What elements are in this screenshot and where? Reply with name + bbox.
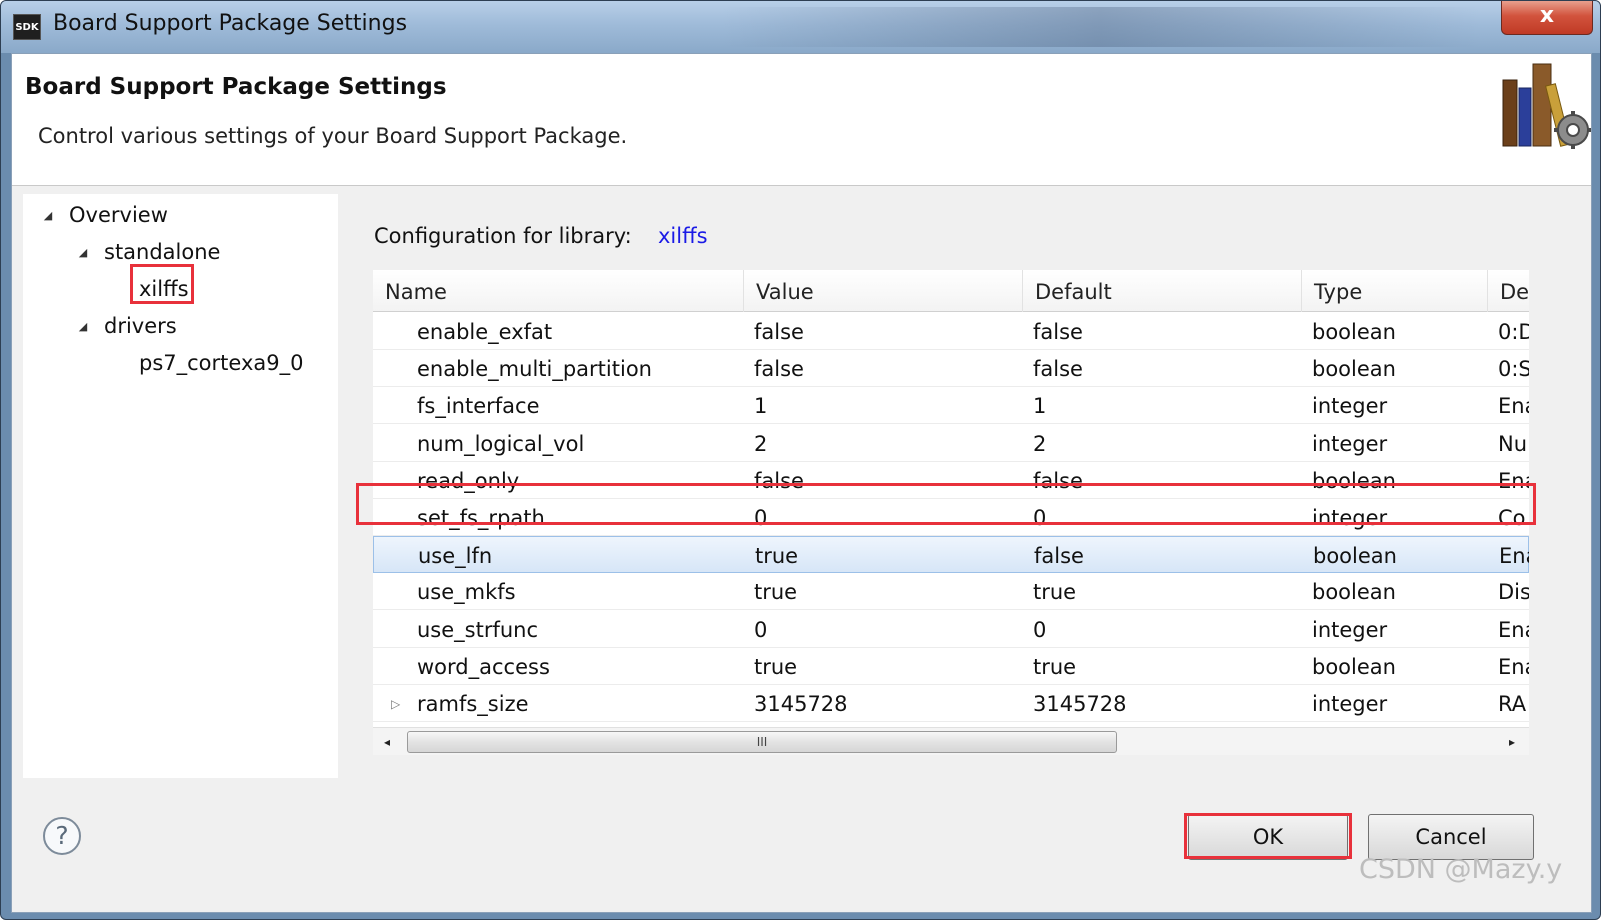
cell-description: Ena [1498, 617, 1529, 642]
table-row[interactable]: use_strfunc 00 integer Ena [373, 611, 1529, 648]
cell-name: ramfs_size [417, 692, 529, 716]
window-title: Board Support Package Settings [53, 11, 408, 36]
ok-highlight-box [1184, 813, 1352, 859]
column-header-name[interactable]: Name [373, 270, 744, 312]
expand-arrow-icon[interactable]: ▷ [391, 685, 400, 722]
cell-name: use_mkfs [417, 580, 516, 605]
sdk-app-icon: SDK [13, 14, 41, 40]
cell-name: enable_multi_partition [417, 357, 652, 382]
header-description: Control various settings of your Board S… [38, 124, 628, 148]
cell-value[interactable]: true [754, 573, 1019, 610]
cell-value[interactable]: 2 [754, 425, 1019, 462]
cell-default: false [1033, 320, 1083, 344]
cell-type: boolean [1312, 320, 1396, 344]
scrollbar-thumb[interactable]: III [407, 731, 1117, 753]
table-row[interactable]: enable_multi_partition false false boolean 0… [373, 350, 1529, 388]
cell-default: 1 [1033, 394, 1047, 419]
dialog-header: Board Support Package Settings Control v… [12, 54, 1591, 186]
books-gear-icon [1502, 63, 1591, 149]
cell-default: 0 [1033, 617, 1047, 642]
title-bar[interactable]: SDK Board Support Package Settings x [1, 1, 1600, 53]
tree-item-label: Overview [69, 203, 168, 227]
cell-type: boolean [1312, 357, 1396, 382]
cell-default: true [1033, 654, 1077, 679]
cell-description: Ena [1499, 544, 1529, 569]
cell-default: false [1034, 544, 1084, 569]
xilffs-highlight-box [130, 264, 194, 304]
scrollbar-grip-icon: III [756, 735, 768, 749]
cell-default: false [1033, 357, 1083, 382]
cell-type: integer [1312, 394, 1388, 419]
cell-description: RA [1498, 692, 1527, 716]
cell-type: boolean [1313, 544, 1397, 569]
cell-default: 3145728 [1033, 692, 1127, 716]
cell-value[interactable]: false [754, 313, 1019, 350]
cell-name: use_strfunc [417, 617, 539, 642]
cell-value[interactable]: true [755, 537, 1020, 574]
table-row[interactable]: fs_interface 11 integer Ena [373, 387, 1529, 425]
cell-name: fs_interface [417, 394, 540, 419]
cell-type: boolean [1312, 580, 1396, 605]
tree-item-label: standalone [104, 240, 221, 264]
help-button[interactable]: ? [43, 817, 81, 855]
settings-tree: ◢ Overview ◢ standalone xilffs ◢ drivers… [23, 194, 338, 778]
help-icon: ? [55, 821, 69, 850]
column-header-value[interactable]: Value [744, 270, 1023, 312]
cell-value[interactable]: false [754, 350, 1019, 387]
cell-value[interactable]: 3145728 [754, 685, 1019, 722]
horizontal-scrollbar[interactable]: ◂ III ▸ [373, 727, 1529, 755]
expanded-arrow-icon[interactable]: ◢ [41, 201, 55, 231]
cell-value[interactable]: 1 [754, 387, 1019, 424]
expanded-arrow-icon[interactable]: ◢ [76, 312, 90, 342]
cell-name: enable_exfat [417, 320, 553, 344]
config-library-name: xilffs [658, 224, 708, 248]
cell-description: Ena [1498, 654, 1529, 679]
cell-default: 2 [1033, 431, 1047, 456]
cell-description: Ena [1498, 394, 1529, 419]
table-header: Name Value Default Type De [373, 270, 1529, 312]
cell-description: Dis [1498, 580, 1529, 605]
config-label: Configuration for library: [374, 224, 632, 248]
use-lfn-highlight-box [356, 483, 1536, 525]
table-row[interactable]: use_lfn true false boolean Ena [373, 536, 1529, 574]
tree-item-label: drivers [104, 314, 177, 338]
cell-description: 0:D [1498, 320, 1529, 344]
column-header-type[interactable]: Type [1302, 270, 1488, 312]
table-row[interactable]: word_access true true boolean Ena [373, 648, 1529, 685]
cell-type: integer [1312, 431, 1388, 456]
column-header-description[interactable]: De [1488, 270, 1529, 312]
cell-value[interactable]: 0 [754, 611, 1019, 648]
table-row[interactable]: enable_exfat false false boolean 0:D [373, 313, 1529, 350]
cell-type: integer [1312, 617, 1388, 642]
scroll-right-arrow-icon[interactable]: ▸ [1500, 728, 1524, 756]
title-bar-glass [721, 7, 1481, 47]
dialog-window: SDK Board Support Package Settings x Boa… [0, 0, 1601, 920]
table-row[interactable]: ▷ ramfs_size 3145728 3145728 integer RA [373, 685, 1529, 722]
csdn-watermark: CSDN @Mazy.y [1359, 854, 1563, 885]
cell-name: use_lfn [418, 544, 493, 569]
header-title: Board Support Package Settings [25, 74, 447, 100]
scroll-left-arrow-icon[interactable]: ◂ [375, 728, 399, 756]
expanded-arrow-icon[interactable]: ◢ [76, 238, 90, 268]
cell-description: Nu [1498, 431, 1528, 456]
tree-item-label: ps7_cortexa9_0 [139, 351, 304, 375]
table-row[interactable]: num_logical_vol 2 2 integer Nu [373, 425, 1529, 462]
close-icon: x [1539, 3, 1555, 28]
cell-value[interactable]: true [754, 648, 1019, 685]
cell-default: true [1033, 580, 1077, 605]
cell-name: word_access [417, 654, 550, 679]
cell-name: num_logical_vol [417, 431, 585, 456]
cell-type: integer [1312, 692, 1388, 716]
table-row[interactable]: use_mkfs true true boolean Dis [373, 573, 1529, 611]
close-button[interactable]: x [1501, 1, 1593, 35]
column-header-default[interactable]: Default [1023, 270, 1302, 312]
cell-description: 0:S [1498, 357, 1529, 382]
cell-type: boolean [1312, 654, 1396, 679]
